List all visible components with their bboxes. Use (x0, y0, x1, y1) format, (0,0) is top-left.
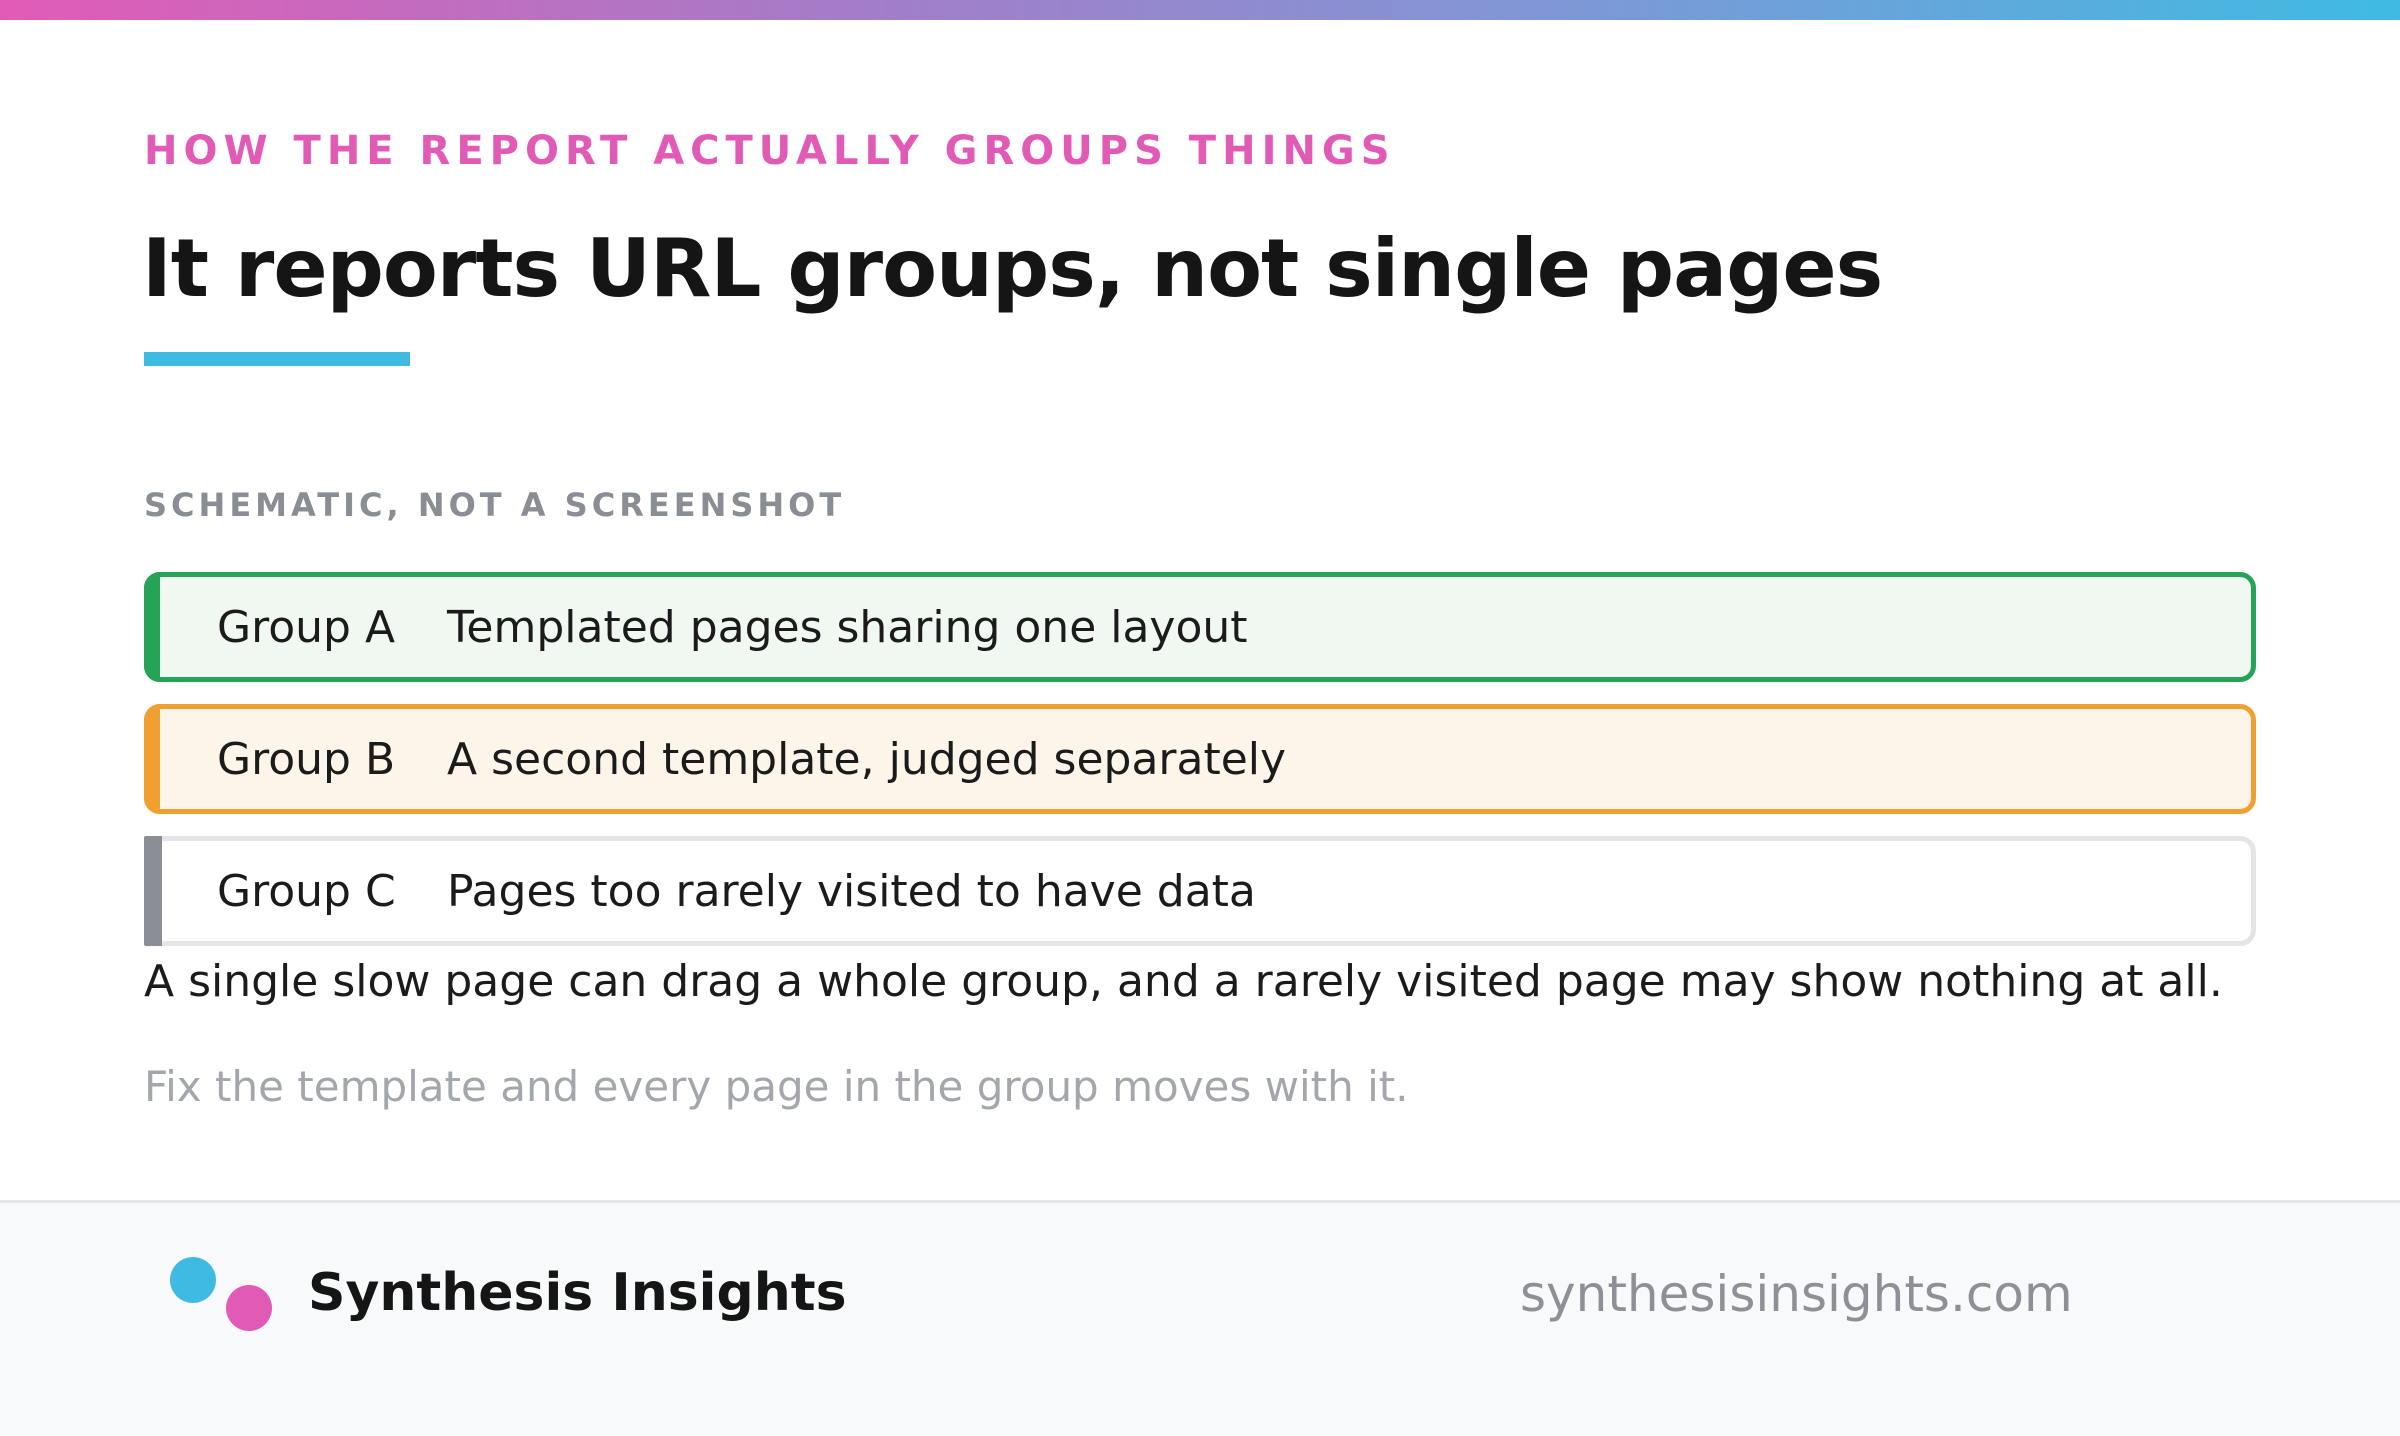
group-c-description: Pages too rarely visited to have data (447, 865, 1256, 917)
group-c-color-bar (144, 836, 162, 946)
group-a-name: Group A (217, 601, 396, 653)
brand-name: Synthesis Insights (308, 1263, 847, 1323)
group-row-a: Group A Templated pages sharing one layo… (144, 572, 2256, 682)
group-c-name: Group C (217, 865, 396, 917)
group-b-description: A second template, judged separately (447, 733, 1287, 785)
schematic-label: SCHEMATIC, NOT A SCREENSHOT (144, 486, 846, 524)
logo-dot-pink-icon (226, 1285, 272, 1331)
page-title: It reports URL groups, not single pages (142, 222, 1883, 315)
explanation-subnote: Fix the template and every page in the g… (144, 1062, 1409, 1111)
site-url: synthesisinsights.com (1520, 1265, 2073, 1323)
group-a-description: Templated pages sharing one layout (447, 601, 1248, 653)
logo-dot-blue-icon (170, 1257, 216, 1303)
footer: Synthesis Insights synthesisinsights.com (0, 1200, 2400, 1436)
group-a-color-bar (144, 572, 160, 682)
group-row-b: Group B A second template, judged separa… (144, 704, 2256, 814)
group-row-c: Group C Pages too rarely visited to have… (144, 836, 2256, 946)
top-gradient-bar (0, 0, 2400, 20)
title-underline (144, 352, 410, 366)
group-b-color-bar (144, 704, 160, 814)
group-b-name: Group B (217, 733, 396, 785)
eyebrow-label: HOW THE REPORT ACTUALLY GROUPS THINGS (144, 128, 1396, 174)
explanation-note: A single slow page can drag a whole grou… (144, 956, 2223, 1007)
